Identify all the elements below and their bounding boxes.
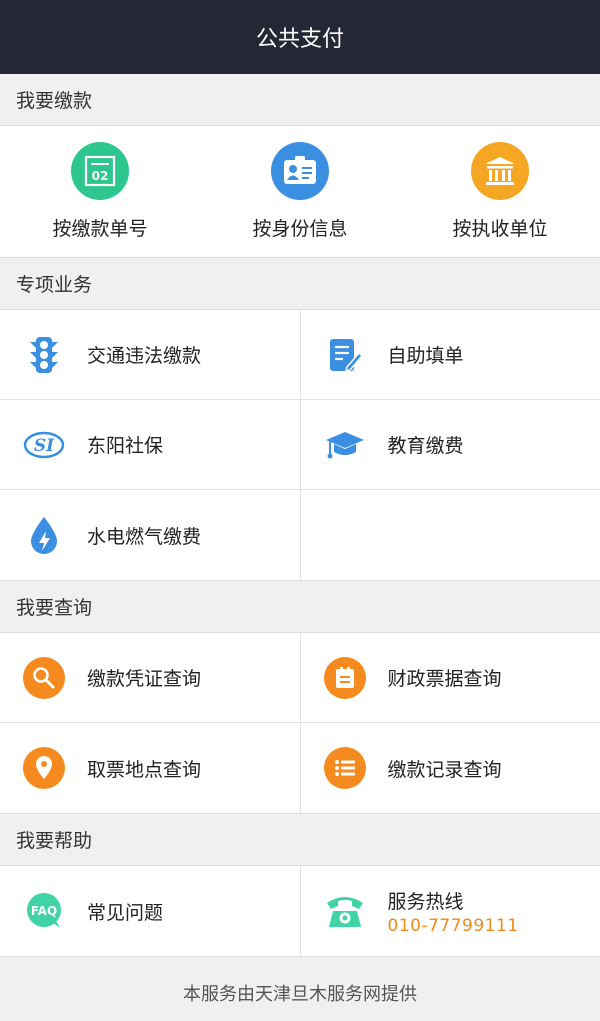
list-icon	[323, 746, 367, 790]
special-services-grid: 交通违法缴款 自助填单 SI 东阳社保 教育缴费 水电燃气缴费	[0, 310, 600, 581]
hotline-number[interactable]: 010-77799111	[388, 916, 519, 936]
bill-number-icon: 02	[71, 142, 129, 200]
faq-icon-text: FAQ	[31, 904, 57, 918]
payment-voucher-query-label: 缴款凭证查询	[87, 668, 202, 690]
payment-record-query-label: 缴款记录查询	[387, 758, 502, 781]
utility-payment-label: 水电燃气缴费	[87, 525, 202, 548]
pay-by-identity-label: 按身份信息	[252, 218, 348, 240]
utility-drop-icon	[22, 513, 66, 557]
id-card-icon	[271, 142, 329, 200]
location-icon	[22, 746, 66, 790]
pay-by-collecting-unit-label: 按执收单位	[452, 218, 548, 240]
edit-form-icon	[323, 333, 367, 377]
receipt-icon	[323, 656, 367, 700]
education-payment-label: 教育缴费	[387, 435, 464, 457]
traffic-fine-button[interactable]: 交通违法缴款	[0, 310, 300, 399]
pay-by-bill-number-button[interactable]: 02 按缴款单号	[0, 126, 200, 257]
faq-button[interactable]: FAQ 常见问题	[0, 866, 300, 956]
section-title-pay: 我要缴款	[16, 90, 93, 112]
section-header-pay: 我要缴款	[0, 74, 600, 126]
building-icon	[471, 142, 529, 200]
section-title-help: 我要帮助	[16, 830, 93, 852]
empty-cell	[299, 490, 600, 580]
pay-options: 02 按缴款单号 按身份信息 按执收单位	[0, 126, 600, 258]
footer: 本服务由天津旦木服务网提供	[0, 957, 600, 1021]
service-hotline-button[interactable]: 服务热线 010-77799111	[299, 866, 600, 956]
ticket-location-query-label: 取票地点查询	[87, 758, 202, 781]
query-grid: 缴款凭证查询 财政票据查询 取票地点查询 缴款记录查询	[0, 633, 600, 814]
help-grid: FAQ 常见问题 服务热线 010-77799111	[0, 866, 600, 957]
faq-icon: FAQ	[22, 889, 66, 933]
section-header-query: 我要查询	[0, 581, 600, 633]
page-title: 公共支付	[255, 27, 344, 52]
section-title-query: 我要查询	[16, 597, 93, 619]
self-service-form-button[interactable]: 自助填单	[299, 310, 600, 399]
faq-label: 常见问题	[87, 901, 164, 924]
payment-voucher-query-button[interactable]: 缴款凭证查询	[0, 633, 300, 722]
dongyang-social-security-label: 东阳社保	[87, 435, 164, 457]
fiscal-receipt-query-button[interactable]: 财政票据查询	[299, 633, 600, 722]
payment-record-query-button[interactable]: 缴款记录查询	[299, 723, 600, 813]
pay-by-identity-button[interactable]: 按身份信息	[200, 126, 400, 257]
search-icon	[22, 656, 66, 700]
pay-by-collecting-unit-button[interactable]: 按执收单位	[400, 126, 600, 257]
service-hotline-label: 服务热线	[387, 890, 464, 913]
education-payment-button[interactable]: 教育缴费	[299, 400, 600, 489]
section-header-special: 专项业务	[0, 258, 600, 310]
section-header-help: 我要帮助	[0, 814, 600, 866]
top-bar: 公共支付	[0, 0, 600, 74]
utility-payment-button[interactable]: 水电燃气缴费	[0, 490, 300, 580]
social-security-icon-text: SI	[34, 436, 55, 456]
traffic-fine-label: 交通违法缴款	[87, 345, 202, 367]
bill-number-icon-text: 02	[92, 169, 109, 183]
section-title-special: 专项业务	[16, 274, 93, 296]
self-service-form-label: 自助填单	[387, 345, 464, 367]
fiscal-receipt-query-label: 财政票据查询	[387, 668, 502, 690]
ticket-location-query-button[interactable]: 取票地点查询	[0, 723, 300, 813]
telephone-icon	[323, 889, 367, 933]
footer-text: 本服务由天津旦木服务网提供	[183, 984, 417, 1005]
graduation-cap-icon	[323, 423, 367, 467]
pay-by-bill-number-label: 按缴款单号	[52, 218, 148, 240]
social-security-icon: SI	[22, 423, 66, 467]
traffic-light-icon	[22, 333, 66, 377]
dongyang-social-security-button[interactable]: SI 东阳社保	[0, 400, 300, 489]
